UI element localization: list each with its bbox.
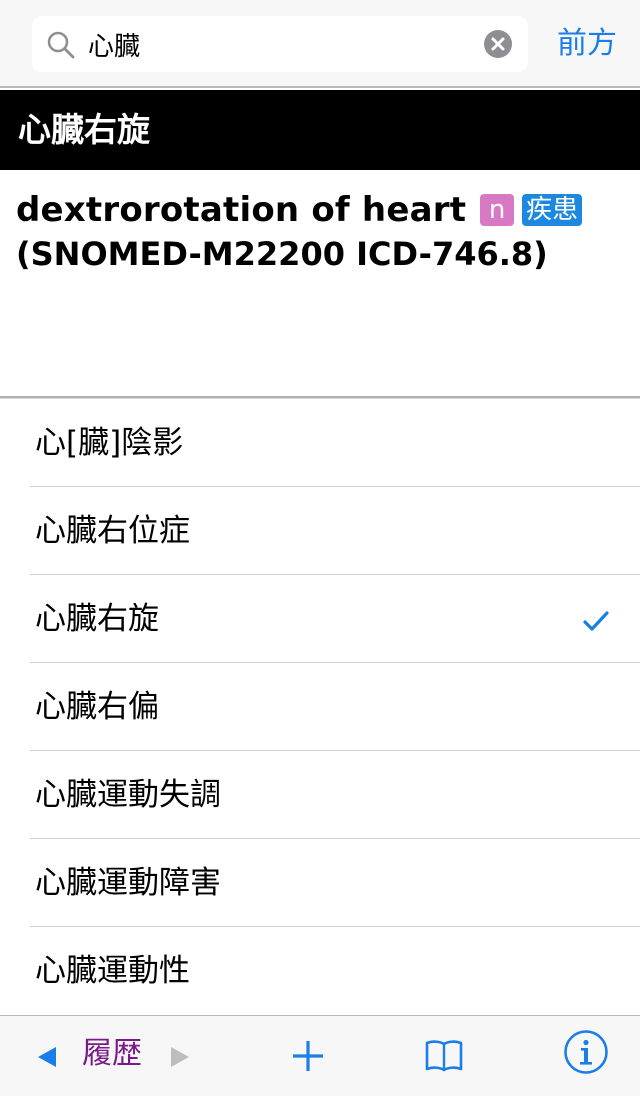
clear-icon[interactable]: [484, 30, 512, 58]
list-item-label: 心臓右位症: [35, 513, 190, 549]
bookmarks-icon[interactable]: [424, 1038, 464, 1074]
forward-arrow-icon[interactable]: [169, 1046, 191, 1068]
entry-term: dextrorotation of heart: [16, 190, 467, 230]
entry-term-line: dextrorotation of heart n 疾患: [16, 188, 583, 232]
part-of-speech-badge: n: [480, 194, 515, 226]
list-item-selected[interactable]: 心臓右旋: [0, 575, 640, 663]
search-header: 前方: [0, 0, 640, 88]
search-input[interactable]: [88, 24, 468, 64]
list-item-label: 心[臓]陰影: [35, 425, 184, 461]
list-item[interactable]: 心臓右位症: [0, 487, 640, 575]
list-item-label: 心臓運動性: [35, 953, 190, 989]
search-icon: [47, 31, 75, 59]
search-box[interactable]: [32, 16, 528, 72]
add-icon[interactable]: [290, 1038, 326, 1074]
back-arrow-icon[interactable]: [36, 1046, 58, 1068]
info-icon[interactable]: [563, 1029, 609, 1075]
list-item[interactable]: 心臓右偏: [0, 663, 640, 751]
list-item[interactable]: 心臓運動失調: [0, 751, 640, 839]
list-item-label: 心臓運動障害: [35, 865, 221, 901]
result-list[interactable]: 心[臓]陰影 心臓右位症 心臓右旋 心臓右偏 心臓運動失調 心臓運動障害 心臓運…: [0, 398, 640, 1015]
list-item-label: 心臓右旋: [35, 601, 159, 637]
entry-title-bar: 心臓右旋: [0, 90, 640, 170]
list-item[interactable]: 心臓運動障害: [0, 839, 640, 927]
list-item-label: 心臓運動失調: [35, 777, 221, 813]
entry-definition: dextrorotation of heart n 疾患 (SNOMED-M22…: [0, 170, 640, 397]
bottom-toolbar: 履歴: [0, 1015, 640, 1096]
category-badge: 疾患: [522, 194, 583, 226]
list-item[interactable]: 心[臓]陰影: [0, 399, 640, 487]
list-item-label: 心臓右偏: [35, 689, 159, 725]
entry-codes: (SNOMED-M22200 ICD-746.8): [16, 235, 548, 273]
forward-nav-button[interactable]: 前方: [557, 24, 617, 64]
list-item[interactable]: 心臓運動性: [0, 927, 640, 1015]
dictionary-app: 前方 心臓右旋 dextrorotation of heart n 疾患 (SN…: [0, 0, 640, 1096]
entry-title: 心臓右旋: [18, 110, 150, 149]
history-button[interactable]: 履歴: [82, 1034, 142, 1074]
checkmark-icon: [583, 611, 609, 631]
